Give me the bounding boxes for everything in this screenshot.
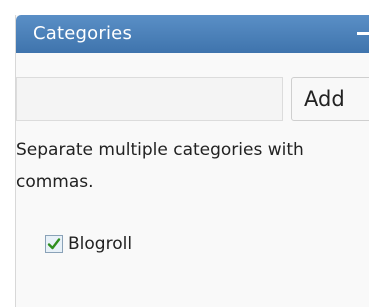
blogroll-checkbox[interactable]: [45, 235, 63, 253]
add-category-button[interactable]: Add: [291, 77, 369, 121]
category-help-text: Separate multiple categories with commas…: [16, 140, 304, 192]
panel-title: Categories: [33, 23, 133, 44]
category-item-blogroll[interactable]: Blogroll: [45, 232, 132, 256]
category-label-blogroll: Blogroll: [68, 234, 133, 254]
checkmark-icon: [47, 238, 61, 250]
panel-header[interactable]: Categories: [16, 15, 369, 53]
new-category-input[interactable]: [16, 77, 283, 121]
collapse-icon[interactable]: [357, 32, 369, 35]
